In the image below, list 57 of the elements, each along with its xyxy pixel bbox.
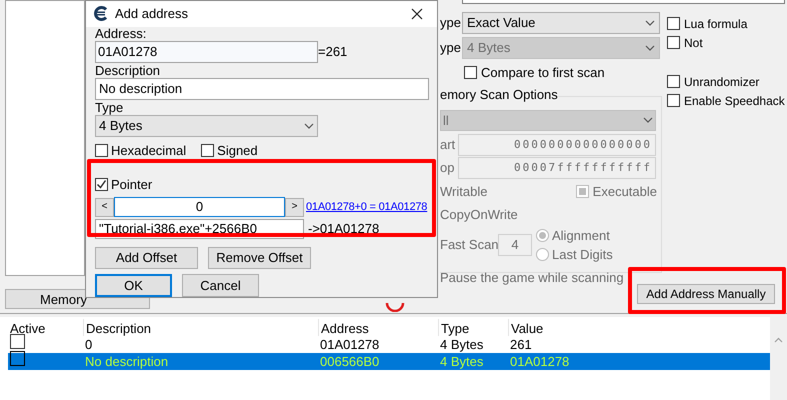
table-row[interactable]: 0 01A01278 4 Bytes 261 bbox=[8, 336, 770, 353]
description-field[interactable]: No description bbox=[95, 78, 429, 100]
option-label: Enable Speedhack bbox=[684, 92, 785, 110]
next-offset-button[interactable]: > bbox=[285, 198, 304, 216]
table-cell-text: 261 bbox=[509, 336, 533, 354]
offset-button[interactable]: Remove Offset bbox=[208, 247, 311, 269]
column-header[interactable]: Value bbox=[508, 319, 608, 336]
ok-button[interactable]: OK bbox=[95, 274, 172, 297]
cancel-button[interactable]: Cancel bbox=[182, 274, 259, 297]
value-type-label: ype bbox=[440, 39, 460, 58]
radio-label: Alignment bbox=[552, 226, 610, 245]
stop-field[interactable]: 00007fffffffffff bbox=[458, 157, 656, 179]
table-row[interactable]: No description 006566B0 4 Bytes 01A01278 bbox=[8, 353, 770, 370]
column-header[interactable]: Type bbox=[438, 319, 508, 336]
column-header[interactable]: Address bbox=[318, 319, 438, 336]
table-cell-text: 0 bbox=[84, 336, 94, 354]
scan-type-label: ype bbox=[440, 14, 460, 32]
offset-field[interactable]: 0 bbox=[114, 197, 285, 217]
table-cell-text: 01A01278 bbox=[319, 336, 380, 354]
table-cell-text: No description bbox=[84, 352, 170, 371]
description-label: Description bbox=[95, 62, 162, 78]
address-value: =261 bbox=[318, 42, 348, 61]
fast-scan-label: Fast Scan bbox=[440, 236, 498, 254]
start-label: art bbox=[440, 136, 456, 154]
base-result: ->01A01278 bbox=[308, 220, 380, 238]
address-label: Address: bbox=[95, 26, 148, 40]
offset-button[interactable]: Add Offset bbox=[95, 247, 198, 269]
memory-scan-options-title: emory Scan Options bbox=[440, 88, 558, 100]
scan-type-select[interactable]: Exact Value bbox=[462, 12, 660, 34]
table-cell-text: 4 Bytes bbox=[439, 352, 484, 371]
option-label: Unrandomizer bbox=[684, 74, 760, 90]
writable-label: Writable bbox=[440, 183, 488, 201]
column-header[interactable]: Active bbox=[8, 319, 83, 336]
option-label: Not bbox=[684, 34, 703, 52]
compare-first-scan-label: Compare to first scan bbox=[481, 64, 605, 82]
offset-result-link[interactable]: 01A01278+0 = 01A01278 bbox=[306, 198, 428, 216]
table-cell-text: 4 Bytes bbox=[439, 336, 484, 354]
hexadecimal-label: Hexadecimal bbox=[111, 142, 186, 160]
signed-label: Signed bbox=[217, 142, 258, 160]
copy-on-write-label: CopyOnWrite bbox=[440, 206, 519, 224]
type-label: Type bbox=[95, 100, 124, 114]
dialog-title: Add address bbox=[115, 5, 188, 23]
column-header[interactable]: Description bbox=[83, 319, 318, 336]
executable-label: Executable bbox=[592, 183, 657, 201]
start-field[interactable]: 0000000000000000 bbox=[458, 134, 656, 156]
previous-offset-button[interactable]: < bbox=[95, 198, 114, 216]
fast-scan-field[interactable]: 4 bbox=[498, 234, 532, 256]
stop-label: op bbox=[440, 159, 456, 178]
add-address-manually-button[interactable]: Add Address Manually bbox=[637, 284, 775, 304]
table-cell-text: 01A01278 bbox=[509, 352, 570, 371]
table-cell-text: 006566B0 bbox=[319, 352, 380, 371]
radio-label: Last Digits bbox=[552, 246, 613, 264]
option-label: Lua formula bbox=[684, 16, 748, 32]
pause-label: Pause the game while scanning bbox=[440, 269, 625, 287]
pointer-label: Pointer bbox=[111, 176, 152, 194]
address-field[interactable]: 01A01278 bbox=[95, 40, 318, 62]
type-select[interactable]: 4 Bytes bbox=[95, 114, 318, 136]
